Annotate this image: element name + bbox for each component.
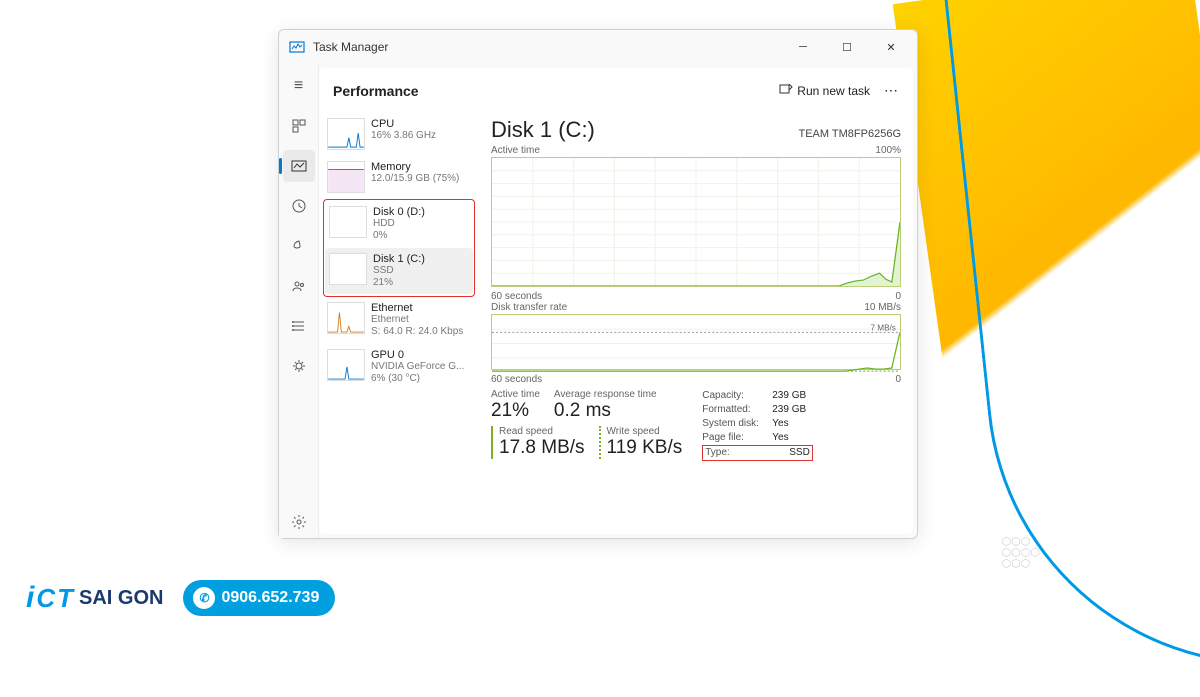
memory-sparkline (327, 161, 365, 193)
maximize-button[interactable]: ☐ (825, 30, 869, 64)
services-icon[interactable] (283, 350, 315, 382)
read-speed-value: 17.8 MB/s (499, 437, 585, 459)
page-title: Performance (333, 83, 419, 99)
run-new-task-button[interactable]: Run new task (773, 78, 876, 103)
sidebar-item-ethernet[interactable]: EthernetEthernetS: 64.0 R: 24.0 Kbps (323, 297, 475, 343)
active-time-chart (491, 157, 901, 287)
app-icon (289, 39, 305, 55)
titlebar[interactable]: Task Manager ─ ☐ ✕ (279, 30, 917, 64)
details-icon[interactable] (283, 310, 315, 342)
phone-icon: ✆ (193, 587, 215, 609)
disk-highlight: Disk 0 (D:)HDD0% Disk 1 (C:)SSD21% (323, 199, 475, 297)
page-footer: iCT SAI GON ✆ 0906.652.739 (20, 580, 335, 616)
disk-model: TEAM TM8FP6256G (799, 128, 902, 140)
cpu-sparkline (327, 118, 365, 150)
settings-icon[interactable] (283, 506, 315, 538)
brand-logo: iCT SAI GON (26, 581, 163, 615)
processes-icon[interactable] (283, 110, 315, 142)
sidebar-item-memory[interactable]: Memory12.0/15.9 GB (75%) (323, 156, 475, 198)
run-icon (779, 82, 793, 99)
disk-info: Capacity:239 GB Formatted:239 GB System … (702, 389, 813, 461)
transfer-rate-chart: 7 MB/s (491, 314, 901, 370)
disk0-sparkline (329, 206, 367, 238)
sidebar-item-disk1[interactable]: Disk 1 (C:)SSD21% (325, 248, 473, 294)
write-speed-value: 119 KB/s (607, 437, 683, 459)
response-time-value: 0.2 ms (554, 400, 657, 422)
sidebar-item-disk0[interactable]: Disk 0 (D:)HDD0% (325, 201, 473, 247)
eth-sparkline (327, 302, 365, 334)
minimize-button[interactable]: ─ (781, 30, 825, 64)
svg-text:7 MB/s: 7 MB/s (870, 323, 895, 332)
task-manager-window: Task Manager ─ ☐ ✕ ≡ Performance (278, 29, 918, 539)
performance-icon[interactable] (283, 150, 315, 182)
gpu-sparkline (327, 349, 365, 381)
type-highlight: Type:SSD (702, 445, 813, 461)
decorative-hex: ⬡⬡⬡⬡⬡⬡⬡⬡⬡⬡ (1002, 537, 1040, 570)
disk1-sparkline (329, 253, 367, 285)
active-time-value: 21% (491, 400, 540, 422)
close-button[interactable]: ✕ (869, 30, 913, 64)
more-button[interactable]: ⋯ (884, 82, 899, 99)
sidebar-item-gpu[interactable]: GPU 0NVIDIA GeForce G...6% (30 °C) (323, 344, 475, 390)
detail-pane: Disk 1 (C:) TEAM TM8FP6256G Active time1… (479, 113, 913, 534)
window-title: Task Manager (313, 40, 388, 54)
hamburger-icon[interactable]: ≡ (283, 70, 315, 102)
nav-rail: ≡ (279, 64, 319, 538)
disk-title: Disk 1 (C:) (491, 117, 595, 143)
resource-list: CPU16% 3.86 GHz Memory12.0/15.9 GB (75%)… (319, 113, 479, 534)
sidebar-item-cpu[interactable]: CPU16% 3.86 GHz (323, 113, 475, 155)
users-icon[interactable] (283, 270, 315, 302)
startup-icon[interactable] (283, 230, 315, 262)
phone-button[interactable]: ✆ 0906.652.739 (183, 580, 335, 616)
history-icon[interactable] (283, 190, 315, 222)
